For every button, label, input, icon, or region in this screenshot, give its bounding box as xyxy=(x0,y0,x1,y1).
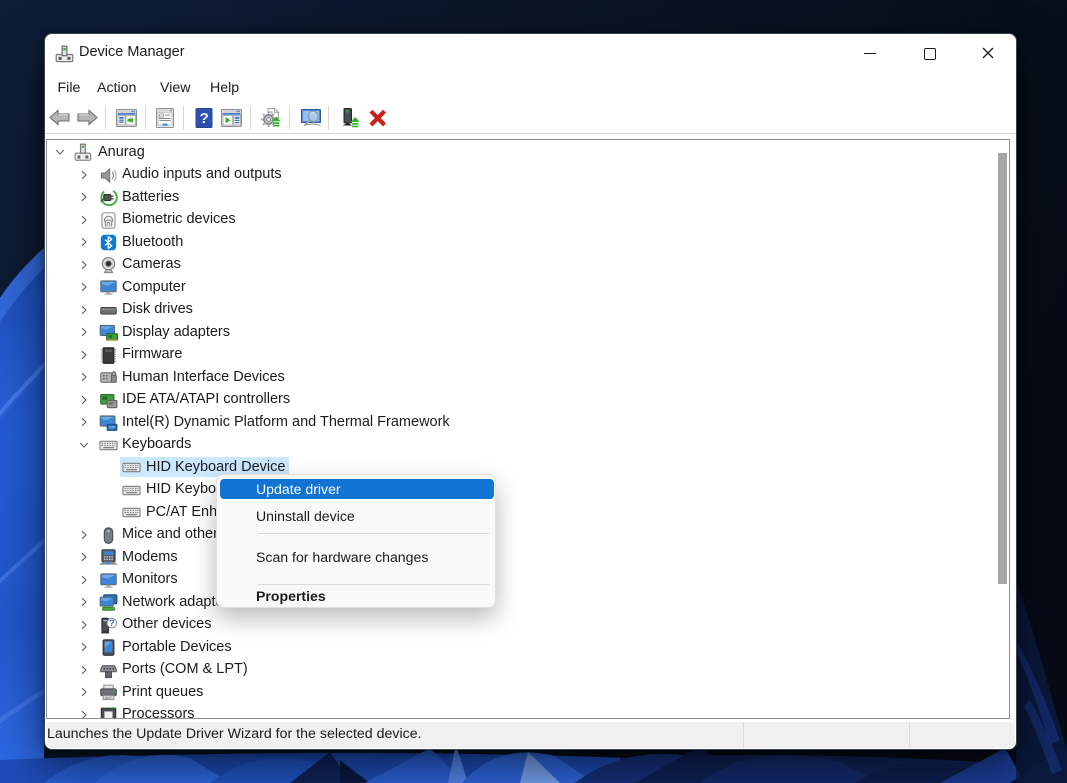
svg-text:?: ? xyxy=(200,110,209,127)
svg-text:?: ? xyxy=(109,618,114,628)
